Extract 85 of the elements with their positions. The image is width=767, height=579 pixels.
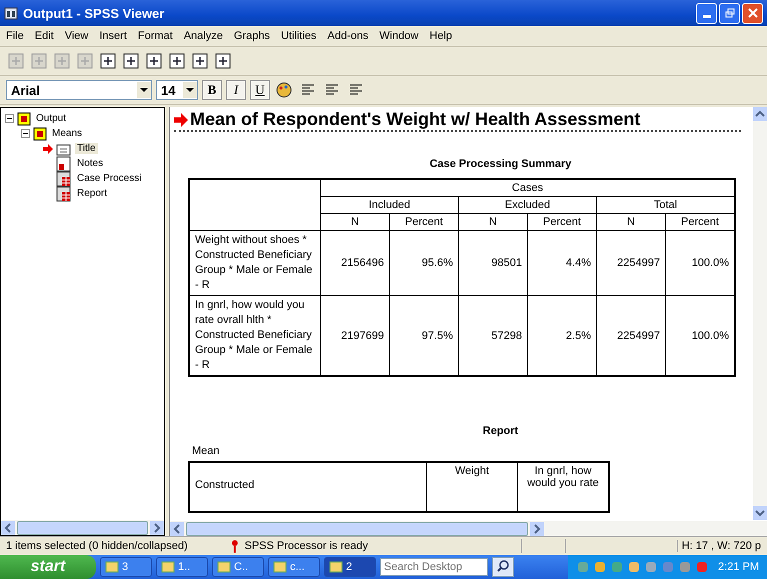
underline-button[interactable]: U (250, 80, 270, 100)
horizontal-scrollbar[interactable] (1, 520, 164, 535)
toolbar-icon[interactable] (144, 51, 164, 71)
table-cell: 98501 (458, 230, 528, 296)
collapse-toggle[interactable] (5, 114, 14, 123)
clock: 2:21 PM (718, 561, 759, 573)
column-header: Included (320, 196, 458, 214)
arrow-icon (174, 112, 188, 126)
menu-item[interactable]: Utilities (280, 30, 316, 42)
column-header: N (596, 214, 666, 230)
search-field[interactable]: Search Desktop (380, 558, 488, 576)
column-header: N (458, 214, 528, 230)
app-icon (4, 6, 18, 20)
menu-item[interactable]: Window (379, 30, 418, 42)
tree-item[interactable]: Case Processi (75, 173, 144, 184)
taskbar-button[interactable]: 1.. (156, 557, 208, 577)
column-header: Percent (390, 214, 458, 230)
arrow-icon (43, 144, 53, 154)
column-header: N (320, 214, 390, 230)
search-icon (496, 558, 510, 572)
minimize-button[interactable] (696, 2, 717, 24)
output-title: Mean of Respondent's Weight w/ Health Assessment (190, 109, 640, 130)
window-title: Output1 - SPSS Viewer (23, 6, 166, 20)
vertical-scrollbar[interactable] (753, 107, 767, 520)
window-icon (217, 560, 231, 574)
menu-item[interactable]: Format (138, 30, 173, 42)
toolbar-icon[interactable] (121, 51, 141, 71)
menu-item[interactable]: File (6, 30, 24, 42)
restore-button[interactable] (719, 2, 740, 24)
tree-item[interactable]: Means (50, 128, 84, 139)
tree-item[interactable]: Notes (75, 158, 106, 169)
caret-icon (137, 82, 151, 98)
column-header: Excluded (458, 196, 596, 214)
window-icon (273, 560, 287, 574)
font-dropdown[interactable]: Arial (6, 80, 152, 100)
collapse-toggle[interactable] (21, 129, 30, 138)
tree-item[interactable]: Output (34, 113, 68, 124)
row-header: Weight without shoes * Constructed Beneficiary Group * Male or Female - R (189, 230, 320, 296)
notes-icon (56, 156, 72, 172)
taskbar-button[interactable]: 2 (324, 557, 376, 577)
dimensions-status: H: 17 , W: 720 p (676, 540, 761, 552)
tree-item[interactable]: Title (75, 143, 98, 154)
toolbar-icon[interactable] (190, 51, 210, 71)
table-title: Case Processing Summary (428, 158, 572, 170)
table-cell: 95.6% (390, 230, 458, 296)
window-icon (329, 560, 343, 574)
tree-item[interactable]: Report (75, 188, 110, 199)
table-icon (56, 170, 72, 186)
menu-item[interactable]: Analyze (184, 30, 223, 42)
table-cell: 4.4% (528, 230, 596, 296)
menu-item[interactable]: View (64, 30, 88, 42)
window-icon (105, 560, 119, 574)
menu-item[interactable]: Add-ons (327, 30, 368, 42)
minimize-icon (702, 14, 710, 18)
table-cell: 2254997 (596, 230, 666, 296)
table-icon (56, 186, 72, 202)
processor-status: SPSS Processor is ready (244, 540, 369, 552)
caret-icon (183, 82, 197, 98)
palette-icon[interactable] (274, 80, 294, 100)
close-icon (748, 8, 758, 18)
selection-status: 1 items selected (0 hidden/collapsed) (6, 540, 189, 552)
window-icon (161, 560, 175, 574)
toolbar-icon[interactable] (98, 51, 118, 71)
toolbar-icon[interactable] (213, 51, 233, 71)
book-icon (33, 126, 47, 140)
table-subtitle: Mean (192, 445, 221, 457)
menu-item[interactable]: Graphs (234, 30, 270, 42)
menu-item[interactable]: Help (430, 30, 452, 42)
taskbar-button[interactable]: 3 (100, 557, 152, 577)
search-button[interactable] (492, 557, 514, 577)
close-button[interactable] (742, 2, 763, 24)
taskbar-button[interactable]: c... (268, 557, 320, 577)
restore-icon (724, 8, 734, 18)
font-size-dropdown[interactable]: 14 (156, 80, 198, 100)
menu-item[interactable]: Edit (34, 30, 54, 42)
bold-button[interactable]: B (202, 80, 222, 100)
table-title: Report (482, 425, 520, 437)
horizontal-scrollbar[interactable] (170, 521, 767, 536)
toolbar-icon[interactable] (167, 51, 187, 71)
table-cell: 2156496 (320, 230, 390, 296)
italic-button[interactable]: I (226, 80, 246, 100)
taskbar-button[interactable]: C.. (212, 557, 264, 577)
book-icon (17, 112, 31, 126)
menu-item[interactable]: Insert (99, 30, 127, 42)
column-header: Percent (528, 214, 596, 230)
